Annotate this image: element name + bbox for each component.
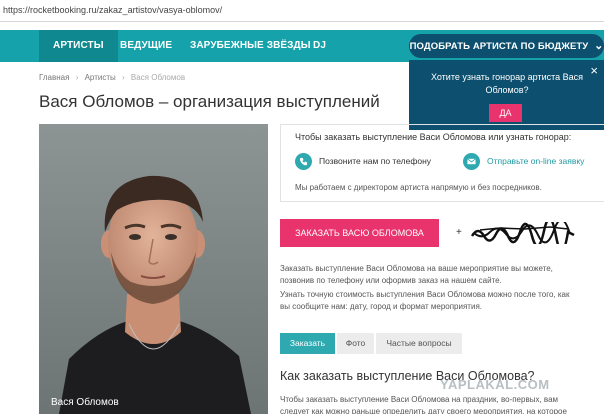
phone-icon [295,153,312,170]
call-link[interactable]: Позвоните нам по телефону [319,156,431,166]
description-line: Заказать выступление Васи Обломова на ва… [280,264,553,273]
chevron-down-icon: ⌄ [594,40,604,52]
popup-yes-button[interactable]: ДА [489,104,522,122]
page-title: Вася Обломов – организация выступлений [39,92,380,111]
nav-item-foreign-stars[interactable]: Зарубежные звёзды [190,30,311,62]
budget-picker-label: Подобрать артиста по бюджету [409,41,589,52]
address-bar[interactable]: https://rocketbooking.ru/zakaz_artistov/… [0,0,604,22]
artist-portrait-image [39,124,268,414]
breadcrumb: Главная › Артисты › Вася Обломов [39,73,185,82]
tab-faq[interactable]: Частые вопросы [376,333,462,354]
nav-item-hosts[interactable]: Ведущие [120,30,172,62]
url-text: https://rocketbooking.ru/zakaz_artistov/… [3,5,223,15]
phone-number[interactable]: + [456,227,462,238]
info-title: Чтобы заказать выступление Васи Обломова… [295,132,572,142]
breadcrumb-home[interactable]: Главная [39,73,69,82]
watermark: YAPLAKAL.COM [440,377,550,392]
description-line: вы сообщите нам: дату, город и формат ме… [280,302,482,311]
contact-info-box: Чтобы заказать выступление Васи Обломова… [280,124,604,202]
mail-icon [463,153,480,170]
order-artist-button[interactable]: Заказать Васю Обломова [280,219,439,247]
section-text-line: следует как можно раньше определить дату… [280,407,567,414]
description-line: Узнать точную стоимость выступления Васи… [280,290,570,299]
breadcrumb-separator: › [121,73,125,82]
artist-photo: Вася Обломов [39,124,268,414]
request-link[interactable]: Отправьте on-line заявку [487,156,584,166]
breadcrumb-separator: › [75,73,79,82]
redacted-scribble [470,222,575,244]
section-text-line: Чтобы заказать выступление Васи Обломова… [280,395,559,404]
budget-picker-button[interactable]: Подобрать артиста по бюджету ⌄ [409,34,604,58]
tab-order[interactable]: Заказать [280,333,335,354]
breadcrumb-current: Вася Обломов [130,73,186,82]
nav-item-dj[interactable]: DJ [313,30,326,62]
description-line: позвонив по телефону или оформив заказ н… [280,276,502,285]
breadcrumb-artists[interactable]: Артисты [85,73,116,82]
tab-photo[interactable]: Фото [337,333,374,354]
popup-text: Хотите узнать гонорар артиста Вася Облом… [430,72,584,95]
info-note: Мы работаем с директором артиста напряму… [295,183,542,192]
fee-popup: × Хотите узнать гонорар артиста Вася Обл… [409,60,604,130]
nav-item-artists[interactable]: Артисты [39,30,118,62]
main-nav: Артисты Ведущие Зарубежные звёзды DJ Под… [0,30,604,62]
photo-caption: Вася Обломов [51,397,119,408]
